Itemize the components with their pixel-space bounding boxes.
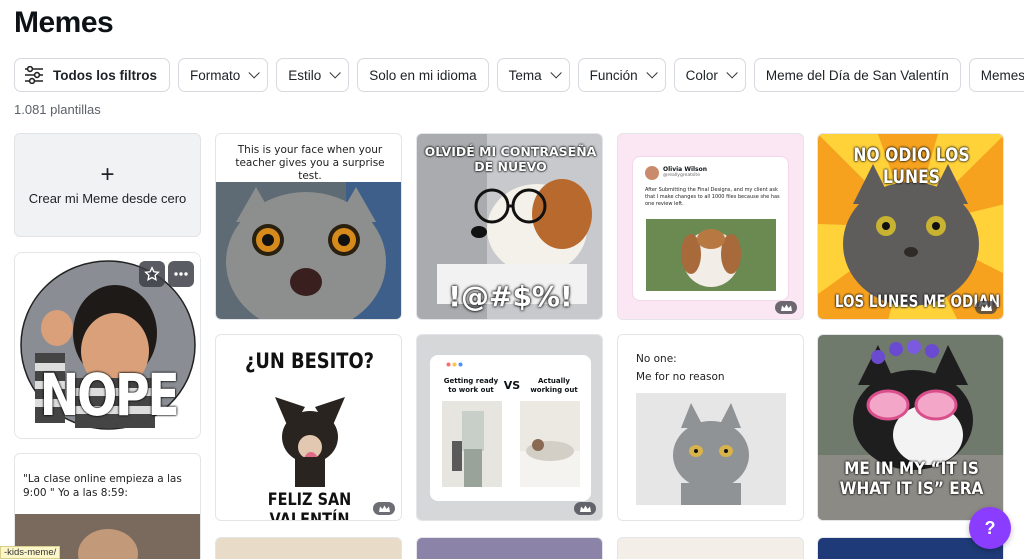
- star-icon: [144, 266, 160, 282]
- plus-icon: +: [100, 160, 115, 188]
- filter-formato[interactable]: Formato: [178, 58, 269, 92]
- gym-left-caption: Getting ready to work out: [443, 377, 499, 394]
- premium-badge: [975, 301, 997, 314]
- filter-bar: Todos los filtros Formato Estilo Solo en…: [14, 58, 1024, 92]
- filter-solo-mi-idioma[interactable]: Solo en mi idioma: [357, 58, 489, 92]
- template-card-online-class[interactable]: "La clase online empieza a las 9:00 " Yo…: [14, 453, 201, 559]
- premium-badge: [574, 502, 596, 515]
- cat-test-caption: This is your face when your teacher give…: [235, 144, 385, 182]
- all-filters-button[interactable]: Todos los filtros: [14, 58, 170, 92]
- status-url: -kids-meme/: [0, 546, 61, 559]
- more-icon: [174, 272, 188, 276]
- crown-icon: [378, 505, 390, 512]
- template-card-partial[interactable]: [416, 537, 603, 559]
- no-one-caption: No one:: [636, 353, 677, 365]
- filter-label: Estilo: [288, 67, 322, 83]
- filter-label: Solo en mi idioma: [369, 67, 477, 83]
- tweet-name: Olivia Wilson: [663, 166, 708, 173]
- grey-cat-image: [216, 182, 401, 319]
- premium-badge: [373, 502, 395, 515]
- gym-vs-caption: VS: [503, 379, 521, 392]
- dog-password-bottom-caption: !@#$%!: [448, 280, 573, 313]
- template-card-besito[interactable]: ¿UN BESITO? FELIZ SAN VALENTÍN: [215, 334, 402, 521]
- crown-icon: [780, 304, 792, 311]
- template-card-cat-test[interactable]: This is your face when your teacher give…: [215, 133, 402, 320]
- template-card-nope[interactable]: NOPE: [14, 252, 201, 439]
- chevron-down-icon: [329, 67, 342, 79]
- gym-panel: Getting ready to work out VS Actually wo…: [430, 355, 591, 501]
- help-button[interactable]: ?: [969, 507, 1011, 549]
- window-dots-icon: [446, 362, 463, 367]
- besito-bottom-caption: FELIZ SAN VALENTÍN: [267, 490, 352, 521]
- tweet-panel: Olivia Wilson @reallygreatsite After Sub…: [632, 156, 789, 301]
- beagle-image: [646, 219, 776, 291]
- filter-label: Función: [589, 67, 638, 83]
- create-blank-label: Crear mi Meme desde cero: [28, 190, 187, 206]
- sliders-icon: [25, 66, 43, 84]
- results-count: 1.081 plantillas: [14, 102, 101, 117]
- template-card-no-one[interactable]: No one: Me for no reason: [617, 334, 804, 521]
- tweet-handle: @reallygreatsite: [663, 173, 700, 178]
- template-card-era[interactable]: ME IN MY “IT IS WHAT IT IS” ERA: [817, 334, 1004, 521]
- filter-funcion[interactable]: Función: [577, 58, 666, 92]
- chevron-down-icon: [646, 67, 658, 79]
- online-class-caption: "La clase online empieza a las 9:00 " Yo…: [23, 473, 182, 499]
- besito-top-caption: ¿UN BESITO?: [244, 349, 375, 373]
- filter-label: Tema: [508, 67, 542, 83]
- filter-label: Color: [685, 67, 718, 83]
- avatar: [645, 166, 659, 180]
- filter-label: Meme del Día de San Valentín: [765, 67, 949, 83]
- chevron-down-icon: [550, 67, 562, 79]
- template-card-partial[interactable]: [617, 537, 804, 559]
- all-filters-label: Todos los filtros: [53, 67, 157, 83]
- filter-tema[interactable]: Tema: [496, 58, 570, 92]
- me-for-no-reason-caption: Me for no reason: [636, 371, 725, 383]
- template-card-tweet[interactable]: Olivia Wilson @reallygreatsite After Sub…: [617, 133, 804, 320]
- filter-label: Formato: [190, 67, 241, 83]
- dog-password-top-caption: OLVIDÉ MI CONTRASEÑA DE NUEVO: [424, 144, 597, 174]
- premium-badge: [775, 301, 797, 314]
- filter-estilo[interactable]: Estilo: [276, 58, 350, 92]
- grey-cat-staring-image: [636, 393, 786, 505]
- nope-caption: NOPE: [39, 361, 180, 429]
- more-options-button[interactable]: [168, 261, 194, 287]
- crown-icon: [579, 505, 591, 512]
- mondays-bottom-caption: LOS LUNES ME ODIAN A MÍ: [834, 292, 1003, 311]
- chevron-down-icon: [726, 67, 738, 79]
- filter-memes-de[interactable]: Memes de: [968, 58, 1024, 92]
- sleeping-woman-image: [520, 401, 580, 487]
- tweet-text: After Submitting the Final Designs, and …: [645, 187, 780, 207]
- crown-icon: [980, 304, 992, 311]
- chevron-down-icon: [248, 67, 261, 79]
- filter-label: Memes de: [980, 67, 1024, 83]
- template-card-dog-password[interactable]: OLVIDÉ MI CONTRASEÑA DE NUEVO !@#$%!: [416, 133, 603, 320]
- filter-color[interactable]: Color: [673, 58, 746, 92]
- filter-san-valentin[interactable]: Meme del Día de San Valentín: [753, 58, 961, 92]
- chihuahua-image: [235, 377, 385, 487]
- template-card-gym[interactable]: Getting ready to work out VS Actually wo…: [416, 334, 603, 521]
- page-title: Memes: [14, 6, 114, 39]
- template-card-mondays[interactable]: NO ODIO LOS LUNES LOS LUNES ME ODIAN A M…: [817, 133, 1004, 320]
- create-blank-button[interactable]: + Crear mi Meme desde cero: [14, 133, 201, 237]
- mondays-top-caption: NO ODIO LOS LUNES: [853, 144, 970, 188]
- favorite-star-button[interactable]: [139, 261, 165, 287]
- workout-woman-image: [442, 401, 502, 487]
- template-card-partial[interactable]: [215, 537, 402, 559]
- era-caption: ME IN MY “IT IS WHAT IT IS” ERA: [839, 459, 984, 499]
- gym-right-caption: Actually working out: [530, 377, 578, 394]
